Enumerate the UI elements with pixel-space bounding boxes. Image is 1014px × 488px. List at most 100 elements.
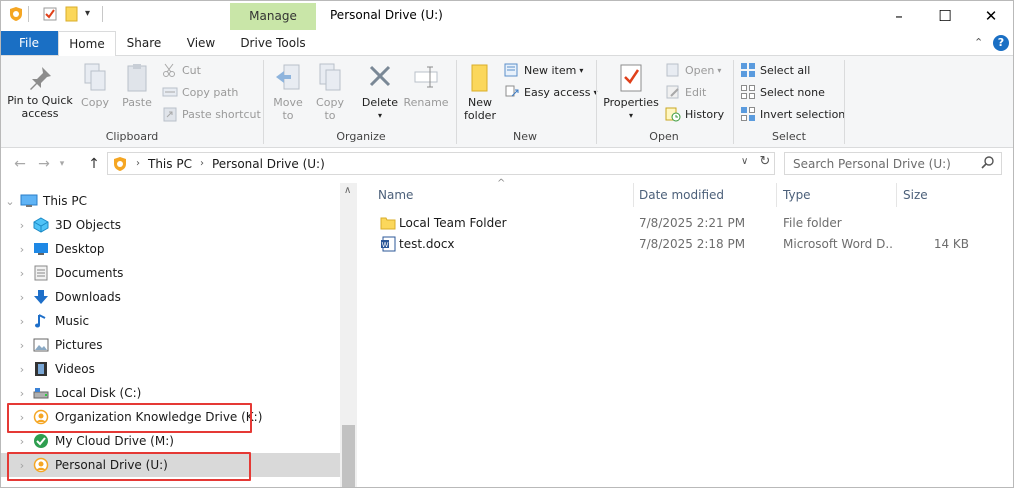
column-header-date-modified[interactable]: Date modified: [639, 183, 775, 207]
move-to-button[interactable]: Move to: [268, 62, 308, 122]
breadcrumb-current[interactable]: Personal Drive (U:): [212, 157, 325, 171]
chevron-right-icon[interactable]: ›: [12, 363, 32, 376]
tree-item-pictures[interactable]: › Pictures: [0, 333, 340, 357]
file-row[interactable]: Local Team Folder 7/8/2025 2:21 PM File …: [372, 213, 992, 234]
new-item-button[interactable]: New item ▾: [504, 60, 583, 80]
column-header-name[interactable]: Name: [378, 183, 632, 207]
paste-button[interactable]: Paste: [118, 62, 156, 109]
cut-button[interactable]: Cut: [162, 60, 201, 80]
pin-to-quick-access-button[interactable]: Pin to Quick access: [4, 64, 76, 120]
new-item-dropdown-icon: ▾: [579, 65, 584, 75]
scroll-up-icon[interactable]: ∧: [344, 185, 351, 196]
manage-context-tab[interactable]: Manage: [230, 3, 316, 30]
recent-locations-button[interactable]: ▾: [56, 155, 68, 173]
history-button[interactable]: History: [665, 104, 724, 124]
highlight-personal-drive: [7, 452, 251, 481]
tab-file[interactable]: File: [0, 31, 58, 55]
quick-access-separator: [28, 6, 29, 22]
copy-label: Copy: [81, 96, 109, 109]
tab-home[interactable]: Home: [58, 31, 116, 56]
rename-button[interactable]: Rename: [403, 62, 449, 109]
tree-item-label: Documents: [55, 266, 124, 280]
paste-shortcut-button[interactable]: Paste shortcut: [162, 104, 261, 124]
copy-button[interactable]: Copy: [76, 62, 114, 109]
back-button[interactable]: ←: [10, 155, 30, 173]
copy-to-button[interactable]: Copy to: [310, 62, 350, 122]
tree-item-desktop[interactable]: › Desktop: [0, 237, 340, 261]
easy-access-button[interactable]: Easy access ▾: [504, 82, 598, 102]
chevron-right-icon[interactable]: ›: [12, 267, 32, 280]
pin-icon: [26, 64, 54, 94]
chevron-down-icon: ▾: [59, 159, 65, 169]
chevron-right-icon[interactable]: ›: [12, 339, 32, 352]
new-folder-button[interactable]: New folder: [460, 62, 500, 122]
tree-item-3d-objects[interactable]: › 3D Objects: [0, 213, 340, 237]
invert-selection-label: Invert selection: [760, 107, 846, 121]
group-separator: [844, 60, 845, 144]
quick-access-separator-2: [102, 6, 103, 22]
tree-item-label: Music: [55, 314, 90, 328]
properties-dropdown-icon: ▾: [628, 111, 633, 120]
collapse-ribbon-icon[interactable]: ⌃: [974, 36, 983, 49]
tree-item-local-disk[interactable]: › Local Disk (C:): [0, 381, 340, 405]
tree-item-this-pc[interactable]: ⌄ This PC: [0, 189, 340, 213]
column-separator[interactable]: [633, 183, 634, 207]
chevron-down-icon[interactable]: ⌄: [0, 195, 20, 208]
chevron-right-icon[interactable]: ›: [12, 291, 32, 304]
forward-button[interactable]: →: [34, 155, 54, 173]
edit-icon: [665, 84, 681, 100]
tab-share[interactable]: Share: [118, 31, 170, 55]
open-button[interactable]: Open ▾: [665, 60, 721, 80]
up-button[interactable]: ↑: [84, 155, 104, 173]
delete-button[interactable]: Delete ▾: [358, 62, 402, 122]
help-icon[interactable]: ?: [993, 35, 1009, 51]
close-button[interactable]: ✕: [968, 0, 1014, 31]
address-bar[interactable]: › This PC › Personal Drive (U:): [107, 152, 775, 175]
invert-selection-button[interactable]: Invert selection: [740, 104, 845, 124]
copy-path-icon: [162, 84, 178, 100]
properties-button[interactable]: Properties ▾: [602, 62, 660, 122]
chevron-right-icon[interactable]: ›: [12, 219, 32, 232]
refresh-icon[interactable]: ↻: [756, 154, 774, 172]
search-input[interactable]: Search Personal Drive (U:): [784, 152, 1002, 175]
group-separator: [456, 60, 457, 144]
chevron-right-icon[interactable]: ›: [12, 387, 32, 400]
file-row[interactable]: W test.docx 7/8/2025 2:18 PM Microsoft W…: [372, 234, 992, 255]
tree-item-videos[interactable]: › Videos: [0, 357, 340, 381]
column-header-type[interactable]: Type: [783, 183, 895, 207]
column-separator[interactable]: [896, 183, 897, 207]
tree-item-label: Videos: [55, 362, 95, 376]
breadcrumb-this-pc[interactable]: This PC: [148, 157, 192, 171]
tree-item-documents[interactable]: › Documents: [0, 261, 340, 285]
chevron-right-icon[interactable]: ›: [12, 315, 32, 328]
tab-drive-tools[interactable]: Drive Tools: [230, 31, 316, 55]
maximize-icon: ☐: [938, 6, 952, 25]
properties-quick-icon[interactable]: [42, 6, 58, 22]
new-folder-label-2: folder: [464, 109, 496, 122]
local-disk-icon: [32, 385, 50, 401]
customize-quick-access-icon[interactable]: ▾: [85, 6, 101, 22]
new-group-label: New: [513, 130, 537, 143]
open-label: Open: [685, 63, 715, 77]
rename-icon: [412, 62, 440, 96]
chevron-right-icon[interactable]: ›: [12, 435, 32, 448]
drive-icon[interactable]: [8, 6, 24, 22]
pin-label-line2: access: [21, 107, 59, 120]
tab-view[interactable]: View: [176, 31, 226, 55]
column-header-size[interactable]: Size: [903, 183, 973, 207]
address-dropdown-icon[interactable]: ∨: [741, 156, 748, 167]
tree-item-downloads[interactable]: › Downloads: [0, 285, 340, 309]
minimize-button[interactable]: –: [876, 0, 922, 31]
column-separator[interactable]: [776, 183, 777, 207]
maximize-button[interactable]: ☐: [922, 0, 968, 31]
3d-objects-icon: [32, 217, 50, 233]
new-folder-quick-icon[interactable]: [64, 6, 80, 22]
tree-item-music[interactable]: › Music: [0, 309, 340, 333]
scroll-thumb[interactable]: [342, 425, 355, 488]
edit-button[interactable]: Edit: [665, 82, 706, 102]
copy-path-button[interactable]: Copy path: [162, 82, 238, 102]
chevron-right-icon[interactable]: ›: [12, 243, 32, 256]
select-all-button[interactable]: Select all: [740, 60, 810, 80]
highlight-organization-knowledge-drive: [7, 403, 252, 433]
select-none-button[interactable]: Select none: [740, 82, 825, 102]
